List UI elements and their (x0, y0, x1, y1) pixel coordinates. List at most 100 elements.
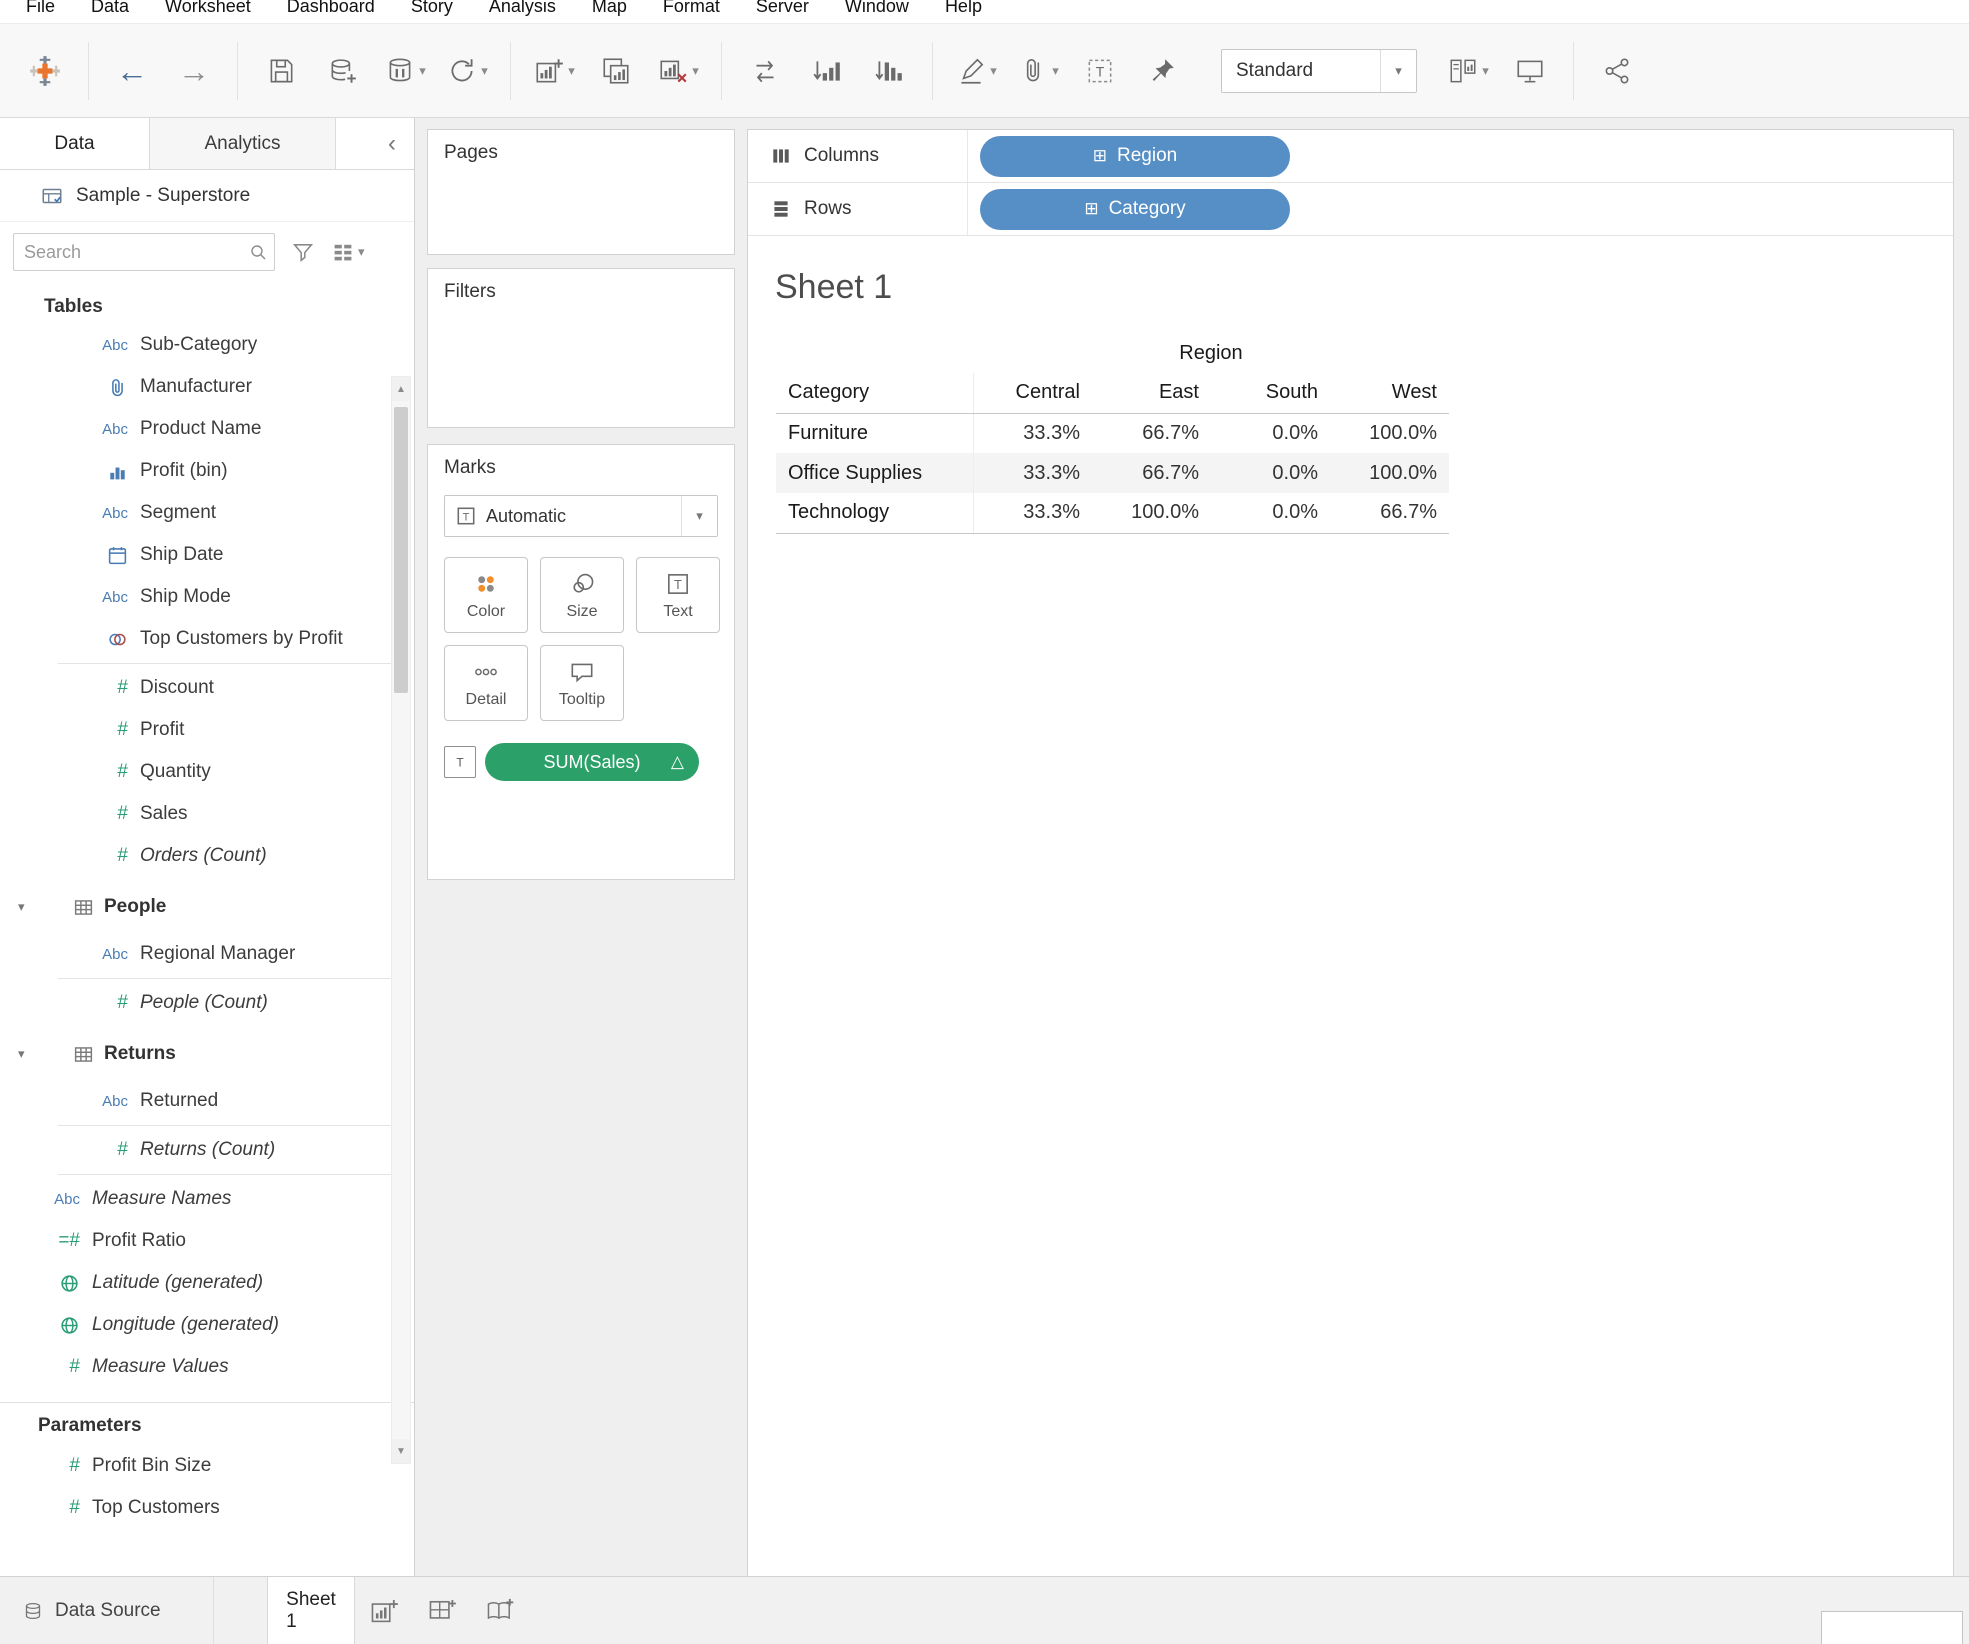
tab-data-source[interactable]: Data Source (0, 1577, 214, 1644)
highlight-button[interactable]: ▾ (947, 41, 1005, 101)
mark-type-dropdown[interactable]: T Automatic ▾ (444, 495, 718, 537)
field-top-customers-by-profit[interactable]: Top Customers by Profit (0, 618, 414, 660)
menu-format[interactable]: Format (663, 0, 720, 17)
run-update-button[interactable]: ▾ (438, 41, 496, 101)
new-dashboard-button[interactable] (413, 1577, 471, 1644)
field-longitude-generated[interactable]: Longitude (generated) (0, 1304, 414, 1346)
value-cell[interactable]: 33.3% (973, 413, 1092, 453)
field-people-count[interactable]: #People (Count) (0, 982, 414, 1024)
expand-icon[interactable]: ⊞ (1093, 146, 1107, 166)
value-cell[interactable]: 33.3% (973, 453, 1092, 493)
value-cell[interactable]: 66.7% (1092, 413, 1211, 453)
field-measure-names[interactable]: AbcMeasure Names (0, 1178, 414, 1220)
tooltip-button[interactable]: Tooltip (540, 645, 624, 721)
filter-icon[interactable] (291, 240, 315, 264)
field-returned[interactable]: AbcReturned (0, 1080, 414, 1122)
show-hide-cards-button[interactable]: ▾ (1439, 41, 1497, 101)
menu-story[interactable]: Story (411, 0, 453, 17)
group-members-button[interactable]: ▾ (1009, 41, 1067, 101)
scrollbar-thumb[interactable] (394, 407, 408, 693)
field-product-name[interactable]: AbcProduct Name (0, 408, 414, 450)
table-group-people[interactable]: ▾People (0, 881, 414, 933)
field-profit[interactable]: #Profit (0, 709, 414, 751)
menu-worksheet[interactable]: Worksheet (165, 0, 251, 17)
new-data-source-button[interactable] (314, 41, 372, 101)
size-button[interactable]: Size (540, 557, 624, 633)
view-options-button[interactable]: ▾ (331, 240, 365, 264)
detail-button[interactable]: Detail (444, 645, 528, 721)
chevron-down-icon[interactable]: ▾ (358, 244, 365, 260)
row-header[interactable]: Office Supplies (776, 453, 973, 493)
value-cell[interactable]: 100.0% (1330, 413, 1449, 453)
pill-category[interactable]: ⊞ Category (980, 189, 1290, 230)
text-button[interactable]: TText (636, 557, 720, 633)
row-header[interactable]: Technology (776, 493, 973, 533)
chevron-down-icon[interactable]: ▾ (481, 63, 488, 79)
tab-sheet-1[interactable]: Sheet 1 (267, 1577, 355, 1644)
sort-ascending-button[interactable] (798, 41, 856, 101)
chevron-down-icon[interactable]: ▾ (681, 496, 717, 536)
search-box[interactable] (13, 233, 275, 271)
column-header-west[interactable]: West (1330, 373, 1449, 413)
value-cell[interactable]: 100.0% (1330, 453, 1449, 493)
table-group-returns[interactable]: ▾Returns (0, 1028, 414, 1080)
chevron-down-icon[interactable]: ▾ (990, 63, 997, 79)
clear-sheet-button[interactable]: ▾ (649, 41, 707, 101)
chevron-down-icon[interactable]: ▾ (18, 899, 34, 915)
chevron-down-icon[interactable]: ▾ (1380, 50, 1416, 92)
field-profit-bin-size[interactable]: #Profit Bin Size (0, 1445, 414, 1487)
new-story-button[interactable] (471, 1577, 529, 1644)
chevron-down-icon[interactable]: ▾ (692, 63, 699, 79)
value-cell[interactable]: 33.3% (973, 493, 1092, 533)
field-regional-manager[interactable]: AbcRegional Manager (0, 933, 414, 975)
columns-shelf[interactable]: Columns ⊞ Region (748, 130, 1953, 183)
value-cell[interactable]: 66.7% (1330, 493, 1449, 533)
value-cell[interactable]: 0.0% (1211, 493, 1330, 533)
show-mark-labels-button[interactable]: T (1071, 41, 1129, 101)
value-cell[interactable]: 100.0% (1092, 493, 1211, 533)
menu-map[interactable]: Map (592, 0, 627, 17)
menu-server[interactable]: Server (756, 0, 809, 17)
redo-button[interactable]: → (165, 41, 223, 101)
scroll-up-button[interactable]: ▲ (392, 377, 410, 401)
fix-axes-button[interactable] (1133, 41, 1191, 101)
menu-data[interactable]: Data (91, 0, 129, 17)
duplicate-sheet-button[interactable] (587, 41, 645, 101)
save-button[interactable] (252, 41, 310, 101)
chevron-down-icon[interactable]: ▾ (1052, 63, 1059, 79)
region-header[interactable]: Region (973, 333, 1449, 373)
column-header-central[interactable]: Central (973, 373, 1092, 413)
pill-sum-sales[interactable]: SUM(Sales) △ (485, 743, 699, 781)
field-quantity[interactable]: #Quantity (0, 751, 414, 793)
field-measure-values[interactable]: #Measure Values (0, 1346, 414, 1388)
share-workbook-button[interactable] (1588, 41, 1646, 101)
tab-analytics[interactable]: Analytics (150, 118, 336, 169)
field-top-customers[interactable]: #Top Customers (0, 1487, 414, 1529)
field-sub-category[interactable]: AbcSub-Category (0, 324, 414, 366)
delta-icon[interactable]: △ (671, 752, 684, 772)
pause-auto-updates-button[interactable]: ▾ (376, 41, 434, 101)
menu-analysis[interactable]: Analysis (489, 0, 556, 17)
field-ship-mode[interactable]: AbcShip Mode (0, 576, 414, 618)
search-input[interactable] (13, 233, 275, 271)
value-cell[interactable]: 0.0% (1211, 413, 1330, 453)
value-cell[interactable]: 66.7% (1092, 453, 1211, 493)
pill-region[interactable]: ⊞ Region (980, 136, 1290, 177)
chevron-down-icon[interactable]: ▾ (18, 1046, 34, 1062)
field-sales[interactable]: #Sales (0, 793, 414, 835)
sort-descending-button[interactable] (860, 41, 918, 101)
field-ship-date[interactable]: Ship Date (0, 534, 414, 576)
presentation-mode-button[interactable] (1501, 41, 1559, 101)
chevron-down-icon[interactable]: ▾ (568, 63, 575, 79)
new-worksheet-button[interactable]: ▾ (525, 41, 583, 101)
chevron-down-icon[interactable]: ▾ (419, 63, 426, 79)
undo-button[interactable]: ← (103, 41, 161, 101)
row-header[interactable]: Furniture (776, 413, 973, 453)
color-button[interactable]: Color (444, 557, 528, 633)
field-discount[interactable]: #Discount (0, 667, 414, 709)
field-profit-bin[interactable]: Profit (bin) (0, 450, 414, 492)
menu-file[interactable]: File (26, 0, 55, 17)
tab-data[interactable]: Data (0, 118, 150, 169)
filters-card[interactable]: Filters (427, 268, 735, 428)
tableau-logo-icon[interactable] (16, 41, 74, 101)
